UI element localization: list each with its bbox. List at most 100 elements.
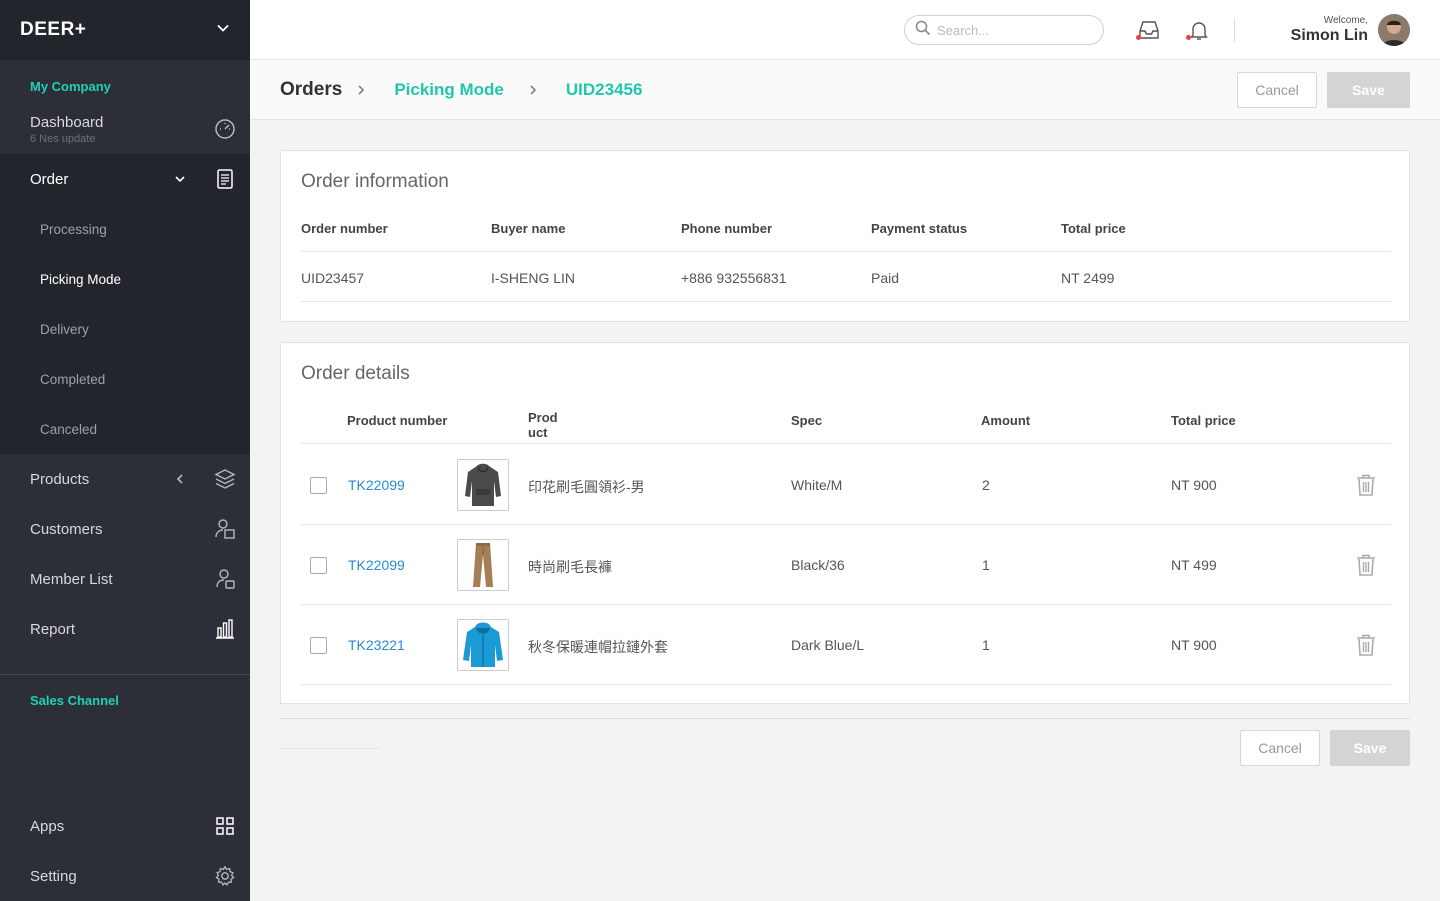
table-divider: [301, 604, 1391, 605]
cancel-button[interactable]: Cancel: [1237, 72, 1317, 108]
product-spec: Dark Blue/L: [791, 637, 865, 653]
save-button[interactable]: Save: [1327, 72, 1410, 108]
order-submenu: Processing Picking Mode Delivery Complet…: [0, 204, 250, 454]
search-icon: [915, 20, 931, 41]
chevron-right-icon: [356, 84, 368, 96]
row-checkbox[interactable]: [310, 637, 327, 654]
avatar[interactable]: [1378, 14, 1410, 46]
submenu-item-canceled[interactable]: Canceled: [0, 404, 250, 454]
sidebar-item-products[interactable]: Products: [0, 454, 250, 504]
product-amount: 2: [982, 477, 990, 493]
sidebar-item-setting[interactable]: Setting: [0, 851, 250, 901]
chevron-down-icon[interactable]: [216, 21, 230, 40]
sidebar-item-label: Report: [30, 620, 76, 638]
bell-icon[interactable]: [1186, 18, 1211, 42]
breadcrumb-order-id: UID23456: [565, 79, 643, 99]
product-thumbnail-khaki-pants: [457, 539, 509, 591]
product-name: 印花刷毛圓領衫-男: [528, 479, 645, 495]
product-amount: 1: [982, 557, 990, 573]
product-name: 時尚刷毛長褲: [528, 559, 612, 575]
box-stack-icon: [214, 468, 236, 490]
table-divider: [301, 443, 1391, 444]
col-phone-number: Phone number: [681, 221, 773, 236]
search-box[interactable]: [904, 15, 1104, 45]
bar-chart-icon: [214, 618, 236, 640]
brand-bar[interactable]: DEER+: [0, 0, 250, 60]
col-total-price: Total price: [1171, 413, 1236, 428]
sidebar-divider: [0, 674, 250, 675]
sidebar-item-label: Member List: [30, 570, 113, 588]
table-divider: [301, 684, 1391, 685]
total-price-value: NT 2499: [1061, 270, 1115, 286]
col-payment-status: Payment status: [871, 221, 968, 236]
row-total-price: NT 900: [1171, 477, 1217, 493]
submenu-item-delivery[interactable]: Delivery: [0, 304, 250, 354]
product-number-link[interactable]: TK23221: [348, 637, 405, 653]
notification-dot: [1186, 35, 1191, 40]
topbar-divider: [1234, 18, 1235, 42]
col-spec: Spec: [791, 413, 823, 428]
footer-divider-short: [280, 748, 380, 749]
sidebar-item-label: Products: [30, 470, 90, 488]
product-spec: White/M: [791, 477, 843, 493]
submenu-item-processing[interactable]: Processing: [0, 204, 250, 254]
row-total-price: NT 900: [1171, 637, 1217, 653]
payment-status-value: Paid: [871, 270, 900, 286]
speedometer-icon: [214, 118, 236, 140]
submenu-item-picking-mode[interactable]: Picking Mode: [0, 254, 250, 304]
gear-icon: [214, 865, 236, 887]
footer-save-button[interactable]: Save: [1330, 730, 1410, 766]
order-details-title: Order details: [301, 363, 410, 384]
product-thumbnail-blue-jacket: [457, 619, 509, 671]
brand-logo: DEER+: [20, 19, 87, 40]
user-greeting[interactable]: Welcome, Simon Lin: [1291, 15, 1368, 45]
trash-icon[interactable]: [1355, 633, 1377, 657]
section-my-company: My Company: [30, 79, 111, 94]
phone-number-value: +886 932556831: [681, 270, 787, 286]
breadcrumb-picking-mode[interactable]: Picking Mode: [394, 80, 504, 100]
sidebar-item-report[interactable]: Report: [0, 604, 250, 654]
footer-cancel-button[interactable]: Cancel: [1240, 730, 1320, 766]
trash-icon[interactable]: [1355, 553, 1377, 577]
order-details-card: Order details Product number Prod uct Sp…: [280, 342, 1410, 704]
table-divider: [301, 251, 1391, 252]
sidebar-item-label: Customers: [30, 520, 103, 538]
sidebar-item-apps[interactable]: Apps: [0, 801, 250, 851]
chevron-down-icon[interactable]: [170, 169, 190, 189]
table-divider: [301, 301, 1391, 302]
col-buyer-name: Buyer name: [491, 221, 566, 236]
trash-icon[interactable]: [1355, 473, 1377, 497]
table-divider: [301, 524, 1391, 525]
chevron-left-icon[interactable]: [170, 469, 190, 489]
product-number-link[interactable]: TK22099: [348, 557, 405, 573]
sidebar-item-member-list[interactable]: Member List: [0, 554, 250, 604]
breadcrumb-orders[interactable]: Orders: [280, 79, 342, 101]
sidebar-item-customers[interactable]: Customers: [0, 504, 250, 554]
col-amount: Amount: [981, 413, 1031, 428]
sidebar-item-label: Dashboard: [30, 113, 104, 131]
sidebar-item-label: Order: [30, 170, 69, 188]
submenu-item-completed[interactable]: Completed: [0, 354, 250, 404]
product-number-link[interactable]: TK22099: [348, 477, 405, 493]
col-product: Prod uct: [528, 410, 558, 440]
sidebar-item-dashboard[interactable]: Dashboard 6 Nes update: [0, 108, 250, 150]
col-order-number: Order number: [301, 221, 388, 236]
search-input[interactable]: [937, 22, 1087, 38]
sidebar-item-label: Apps: [30, 817, 65, 835]
row-checkbox[interactable]: [310, 557, 327, 574]
notification-dot: [1136, 35, 1141, 40]
welcome-text: Welcome,: [1323, 15, 1368, 26]
row-checkbox[interactable]: [310, 477, 327, 494]
footer-divider: [280, 718, 1410, 719]
user-name: Simon Lin: [1290, 27, 1368, 44]
inbox-icon[interactable]: [1136, 18, 1161, 42]
product-thumbnail-gray-hoodie: [457, 459, 509, 511]
member-icon: [214, 568, 236, 590]
clipboard-icon: [214, 168, 236, 190]
top-bar: Welcome, Simon Lin: [250, 0, 1440, 60]
product-spec: Black/36: [791, 557, 845, 573]
order-number-value: UID23457: [301, 270, 365, 286]
product-amount: 1: [982, 637, 990, 653]
grid-icon: [214, 815, 236, 837]
sidebar-item-order[interactable]: Order: [0, 154, 250, 204]
